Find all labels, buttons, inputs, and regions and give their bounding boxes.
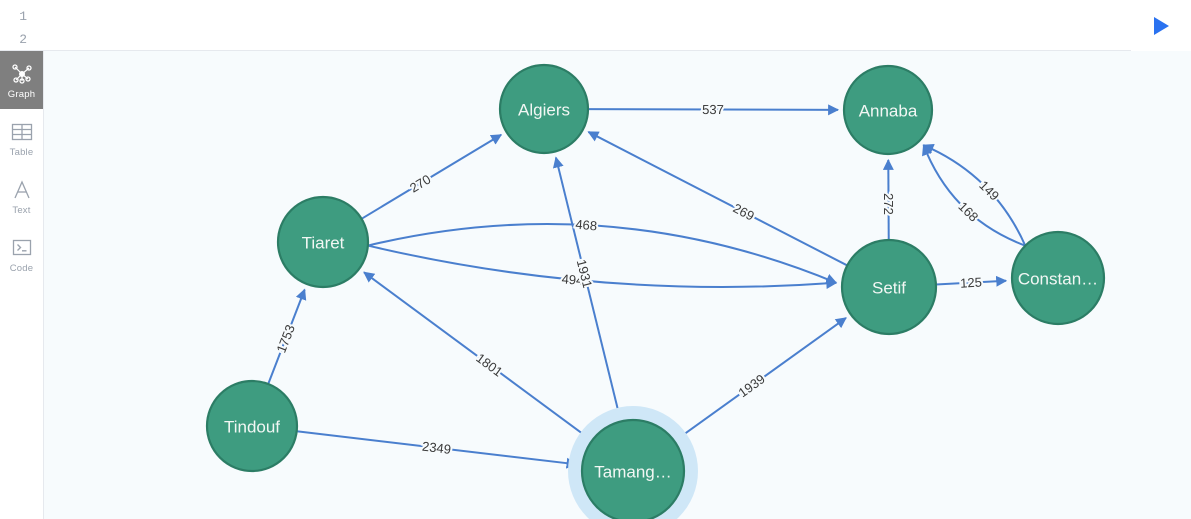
edge-label: 2349 <box>421 439 451 457</box>
node-label: Tindouf <box>224 418 280 437</box>
graph-node[interactable]: Annaba <box>842 64 934 156</box>
rail-item-label: Graph <box>7 88 36 100</box>
graph-node[interactable]: Constan… <box>1010 230 1106 326</box>
rail-item-table[interactable]: Table <box>0 109 43 167</box>
line-number-gutter: 1 2 <box>0 0 34 51</box>
graph-icon <box>11 61 33 87</box>
node-label: Algiers <box>518 101 570 120</box>
graph-svg: 537270468494269 272 1681491251753180123491… <box>205 63 1106 519</box>
run-query-button[interactable] <box>1131 0 1191 51</box>
graph-node[interactable]: Algiers <box>498 63 590 155</box>
play-icon <box>1153 16 1169 35</box>
graph-edge[interactable] <box>367 244 838 290</box>
query-editor[interactable]: 1 2 MATCH (c)-[r:CONNECTION]-(n) WHERE n… <box>0 0 1191 139</box>
graph-edge[interactable] <box>552 156 622 422</box>
graph-edge[interactable] <box>922 144 1026 247</box>
graph-node[interactable]: Tamang… <box>568 406 698 519</box>
edge-label: 537 <box>702 102 724 117</box>
rail-item-text[interactable]: Text <box>0 167 43 225</box>
graph-edge[interactable] <box>361 133 503 220</box>
edge-label: 1939 <box>735 371 767 400</box>
table-icon <box>11 119 33 145</box>
node-label: Tamang… <box>594 463 671 482</box>
graph-edge[interactable] <box>587 131 848 267</box>
graph-edge[interactable] <box>367 223 838 285</box>
edge-label: 468 <box>575 217 598 234</box>
text-icon <box>11 177 33 203</box>
edge-label: 1801 <box>473 350 505 379</box>
line-number: 1 <box>19 9 27 24</box>
edge-label: 125 <box>960 275 982 291</box>
neo4j-browser-result-frame: 1 2 MATCH (c)-[r:CONNECTION]-(n) WHERE n… <box>0 0 1191 519</box>
rail-item-graph[interactable]: Graph <box>0 51 43 109</box>
graph-node[interactable]: Tindouf <box>205 379 299 473</box>
node-label: Setif <box>872 279 906 298</box>
line-number: 2 <box>19 32 27 47</box>
node-label: Constan… <box>1018 270 1098 289</box>
graph-node[interactable]: Tiaret <box>276 195 370 289</box>
graph-canvas[interactable]: 537 270 468 494 269 272 168 149 125 1753 1801 2349 1… <box>44 51 1191 519</box>
edge-label: 272 <box>881 193 896 215</box>
edge-label: 270 <box>407 171 433 195</box>
result-view-rail: Graph Table Text Code <box>0 51 44 519</box>
rail-item-label: Table <box>9 146 34 158</box>
nodes-layer: Algiers Annaba Tiaret Setif Constan… Tindouf T… <box>205 63 1106 519</box>
graph-edge[interactable] <box>922 144 1027 247</box>
rail-item-label: Text <box>12 204 31 216</box>
code-icon <box>11 235 33 261</box>
rail-item-label: Code <box>9 262 34 274</box>
node-label: Tiaret <box>302 234 345 253</box>
node-label: Annaba <box>859 102 918 121</box>
edge-label: 269 <box>731 200 757 223</box>
rail-item-code[interactable]: Code <box>0 225 43 283</box>
edge-label: 1753 <box>273 322 297 354</box>
graph-node[interactable]: Setif <box>840 238 938 336</box>
